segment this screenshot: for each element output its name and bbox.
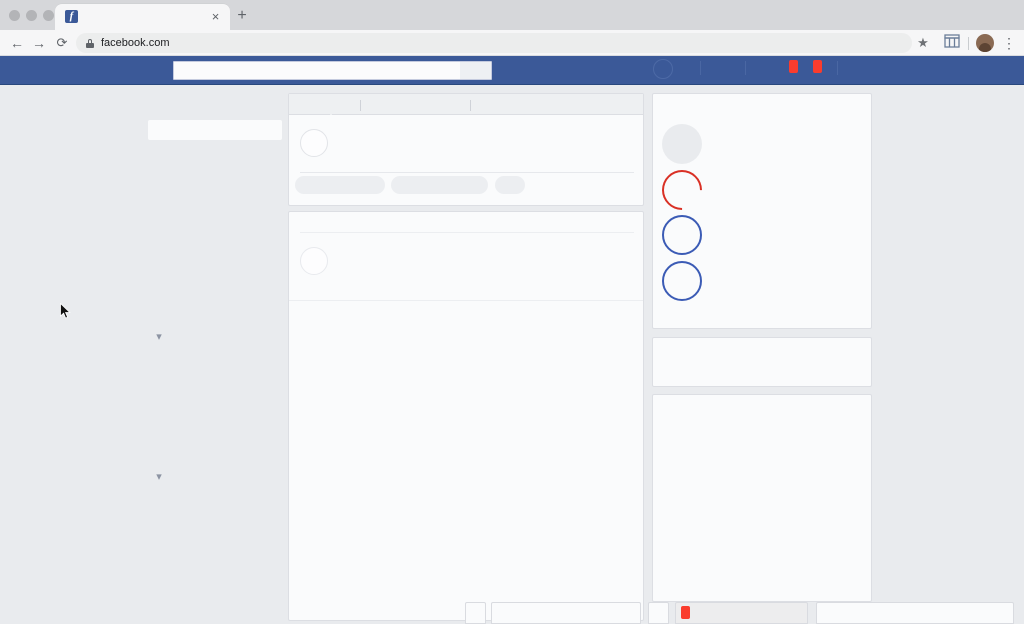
minimize-window-button[interactable]	[26, 10, 37, 21]
close-tab-icon[interactable]: ×	[209, 10, 222, 23]
browser-tab-facebook[interactable]: f ×	[55, 4, 230, 30]
header-divider-2	[745, 61, 746, 75]
see-more-chevron-down-icon-2[interactable]: ▾	[153, 472, 165, 483]
chrome-menu-icon[interactable]: ⋮	[1000, 34, 1018, 52]
post-author-avatar[interactable]	[300, 247, 328, 275]
header-divider-1	[700, 61, 701, 75]
feed-post-card	[288, 211, 644, 621]
browser-tab-strip: f × +	[0, 0, 1024, 30]
composer-action-photo-video[interactable]	[295, 176, 385, 194]
header-divider-3	[837, 61, 838, 75]
chat-panel-3[interactable]	[816, 602, 1014, 624]
chat-square-button-1[interactable]	[465, 602, 486, 624]
close-window-button[interactable]	[9, 10, 20, 21]
stories-card	[652, 93, 872, 329]
facebook-search-input[interactable]	[173, 61, 492, 80]
post-divider-bottom	[289, 300, 643, 301]
toolbar-divider	[968, 37, 969, 50]
chat-panel-2[interactable]	[675, 602, 808, 624]
window-traffic-lights	[9, 10, 54, 21]
sidebar-profile-item[interactable]	[148, 120, 282, 140]
padlock-icon	[86, 38, 94, 48]
chat-panel-1[interactable]	[491, 602, 641, 624]
maximize-window-button[interactable]	[43, 10, 54, 21]
notifications-badge[interactable]	[813, 60, 822, 73]
forward-icon[interactable]: →	[30, 34, 48, 52]
new-tab-button[interactable]: +	[234, 8, 250, 24]
right-sidebar-card-2	[652, 337, 872, 387]
story-ring-seen-2[interactable]	[662, 261, 702, 301]
facebook-favicon-icon: f	[65, 10, 78, 23]
bookmark-star-icon[interactable]: ★	[914, 34, 932, 52]
composer-avatar	[300, 129, 328, 157]
see-more-chevron-down-icon[interactable]: ▾	[153, 332, 165, 343]
story-ring-unread[interactable]	[653, 161, 711, 219]
address-bar-url: facebook.com	[101, 37, 170, 49]
back-icon[interactable]: ←	[8, 34, 26, 52]
composer-divider	[300, 172, 634, 173]
post-divider-top	[300, 232, 634, 233]
friend-requests-badge[interactable]	[789, 60, 798, 73]
chat-unread-badge[interactable]	[681, 606, 690, 619]
extension-icon[interactable]	[943, 34, 961, 52]
reload-icon[interactable]: ⟳	[53, 34, 71, 52]
chat-square-button-2[interactable]	[648, 602, 669, 624]
browser-toolbar: ← → ⟳ facebook.com ★ ⋮	[0, 30, 1024, 56]
facebook-search-button[interactable]	[460, 62, 491, 79]
composer-tab-divider-2	[470, 100, 471, 111]
story-ring-seen-1[interactable]	[662, 215, 702, 255]
address-bar[interactable]: facebook.com	[76, 33, 912, 53]
composer-tab-bar[interactable]	[289, 94, 643, 115]
story-avatar[interactable]	[662, 124, 702, 164]
profile-avatar[interactable]	[976, 34, 994, 52]
composer-active-tab-caret-icon	[324, 114, 338, 120]
right-sidebar-card-3	[652, 394, 872, 602]
mouse-cursor	[60, 302, 72, 320]
composer-action-more[interactable]	[495, 176, 525, 194]
facebook-header-bar	[0, 56, 1024, 85]
browser-window: f × + ← → ⟳ facebook.com ★ ⋮ ▾ ▾	[0, 0, 1024, 624]
composer-tab-divider-1	[360, 100, 361, 111]
composer-action-tag-friends[interactable]	[391, 176, 488, 194]
header-profile-circle[interactable]	[653, 59, 673, 79]
